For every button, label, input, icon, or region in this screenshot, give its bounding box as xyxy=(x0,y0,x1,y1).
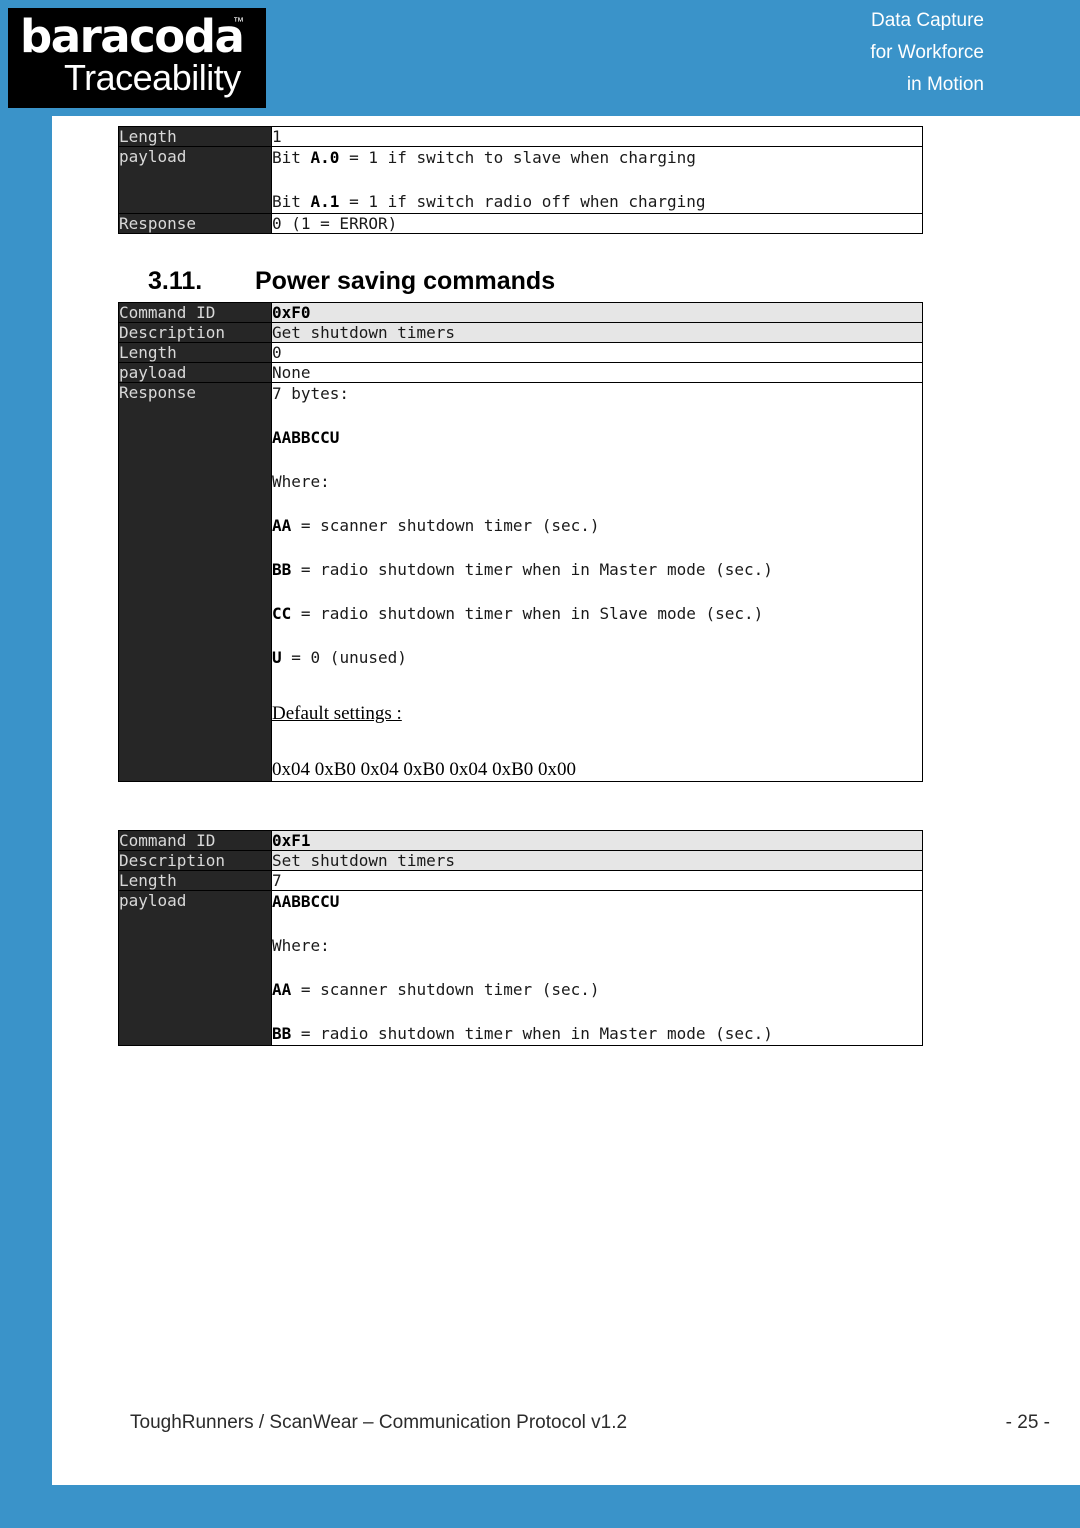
table-row: Description Get shutdown timers xyxy=(118,322,923,343)
response-def-u: U = 0 (unused) xyxy=(272,648,407,667)
row-label-payload: payload xyxy=(118,890,272,1046)
row-value-length: 1 xyxy=(271,126,923,147)
document-body: Length 1 payload Bit A.0 = 1 if switch t… xyxy=(118,126,923,1046)
section-heading: 3.11. Power saving commands xyxy=(118,267,923,296)
section-title: Power saving commands xyxy=(255,267,556,295)
row-label-length: Length xyxy=(118,342,272,363)
row-label-length: Length xyxy=(118,870,272,891)
response-def-bb: BB = radio shutdown timer when in Master… xyxy=(272,560,773,579)
row-value-command-id: 0xF1 xyxy=(271,830,923,851)
row-value-description: Get shutdown timers xyxy=(271,322,923,343)
row-value-description: Set shutdown timers xyxy=(271,850,923,871)
table-row: Description Set shutdown timers xyxy=(118,850,923,871)
row-label-command-id: Command ID xyxy=(118,830,272,851)
default-settings-value: 0x04 0xB0 0x04 0xB0 0x04 0xB0 0x00 xyxy=(272,759,577,780)
page-header: baracoda ™ Traceability Data Capture for… xyxy=(0,0,1080,116)
table-separator xyxy=(118,782,923,830)
row-value-length: 7 xyxy=(271,870,923,891)
command-table-0xF0: Command ID 0xF0 Description Get shutdown… xyxy=(118,302,923,782)
table-row: Response 0 (1 = ERROR) xyxy=(118,213,923,234)
default-settings-spacer xyxy=(272,725,922,759)
row-label-description: Description xyxy=(118,850,272,871)
table-row: Length 1 xyxy=(118,126,923,147)
row-value-payload: None xyxy=(271,362,923,383)
baracoda-logo: baracoda ™ Traceability xyxy=(8,8,266,108)
row-label-description: Description xyxy=(118,322,272,343)
row-label-response: Response xyxy=(118,213,272,234)
table-row: payload AABBCCU Where: AA = scanner shut… xyxy=(118,890,923,1046)
table-row: payload None xyxy=(118,362,923,383)
logo-wordmark: baracoda xyxy=(20,10,245,63)
footer-document-title: ToughRunners / ScanWear – Communication … xyxy=(130,1412,628,1433)
tagline-line-2: for Workforce xyxy=(870,42,984,63)
page-footer: ToughRunners / ScanWear – Communication … xyxy=(130,1412,1050,1434)
row-label-response: Response xyxy=(118,382,272,782)
header-tagline: Data Capture for Workforce in Motion xyxy=(870,5,984,101)
response-def-cc: CC = radio shutdown timer when in Slave … xyxy=(272,604,764,623)
command-table-0xF1: Command ID 0xF1 Description Set shutdown… xyxy=(118,830,923,1046)
response-def-aa: AA = scanner shutdown timer (sec.) xyxy=(272,516,600,535)
row-value-length: 0 xyxy=(271,342,923,363)
table-row: Length 7 xyxy=(118,870,923,891)
tagline-line-3: in Motion xyxy=(906,74,984,95)
logo-trademark-icon: ™ xyxy=(233,16,244,28)
response-format: AABBCCU xyxy=(272,428,340,447)
payload-def-bb: BB = radio shutdown timer when in Master… xyxy=(272,1024,773,1043)
response-spacer xyxy=(272,669,922,703)
row-value-payload: AABBCCU Where: AA = scanner shutdown tim… xyxy=(271,890,923,1046)
table-row: Command ID 0xF0 xyxy=(118,302,923,323)
row-value-command-id: 0xF0 xyxy=(271,302,923,323)
response-intro: 7 bytes: xyxy=(272,384,350,403)
table-row: Response 7 bytes: AABBCCU Where: AA = sc… xyxy=(118,382,923,782)
default-settings-label: Default settings : xyxy=(272,703,402,724)
logo-subtitle: Traceability xyxy=(64,57,241,98)
table-row: Length 0 xyxy=(118,342,923,363)
row-value-response: 7 bytes: AABBCCU Where: AA = scanner shu… xyxy=(271,382,923,782)
payload-where: Where: xyxy=(272,936,330,955)
tagline-line-1: Data Capture xyxy=(870,10,984,31)
row-label-payload: payload xyxy=(118,362,272,383)
payload-bit-line-1: Bit A.0 = 1 if switch to slave when char… xyxy=(272,148,696,167)
section-number: 3.11. xyxy=(148,267,203,295)
row-value-payload: Bit A.0 = 1 if switch to slave when char… xyxy=(271,146,923,214)
continued-command-table: Length 1 payload Bit A.0 = 1 if switch t… xyxy=(118,126,923,234)
row-label-length: Length xyxy=(118,126,272,147)
row-label-command-id: Command ID xyxy=(118,302,272,323)
table-row: payload Bit A.0 = 1 if switch to slave w… xyxy=(118,146,923,214)
payload-def-aa: AA = scanner shutdown timer (sec.) xyxy=(272,980,600,999)
payload-format: AABBCCU xyxy=(272,892,340,911)
row-label-payload: payload xyxy=(118,146,272,214)
payload-bit-line-2: Bit A.1 = 1 if switch radio off when cha… xyxy=(272,192,706,211)
row-value-response: 0 (1 = ERROR) xyxy=(271,213,923,234)
footer-page-number: - 25 - xyxy=(1005,1412,1050,1433)
table-row: Command ID 0xF1 xyxy=(118,830,923,851)
response-where: Where: xyxy=(272,472,330,491)
